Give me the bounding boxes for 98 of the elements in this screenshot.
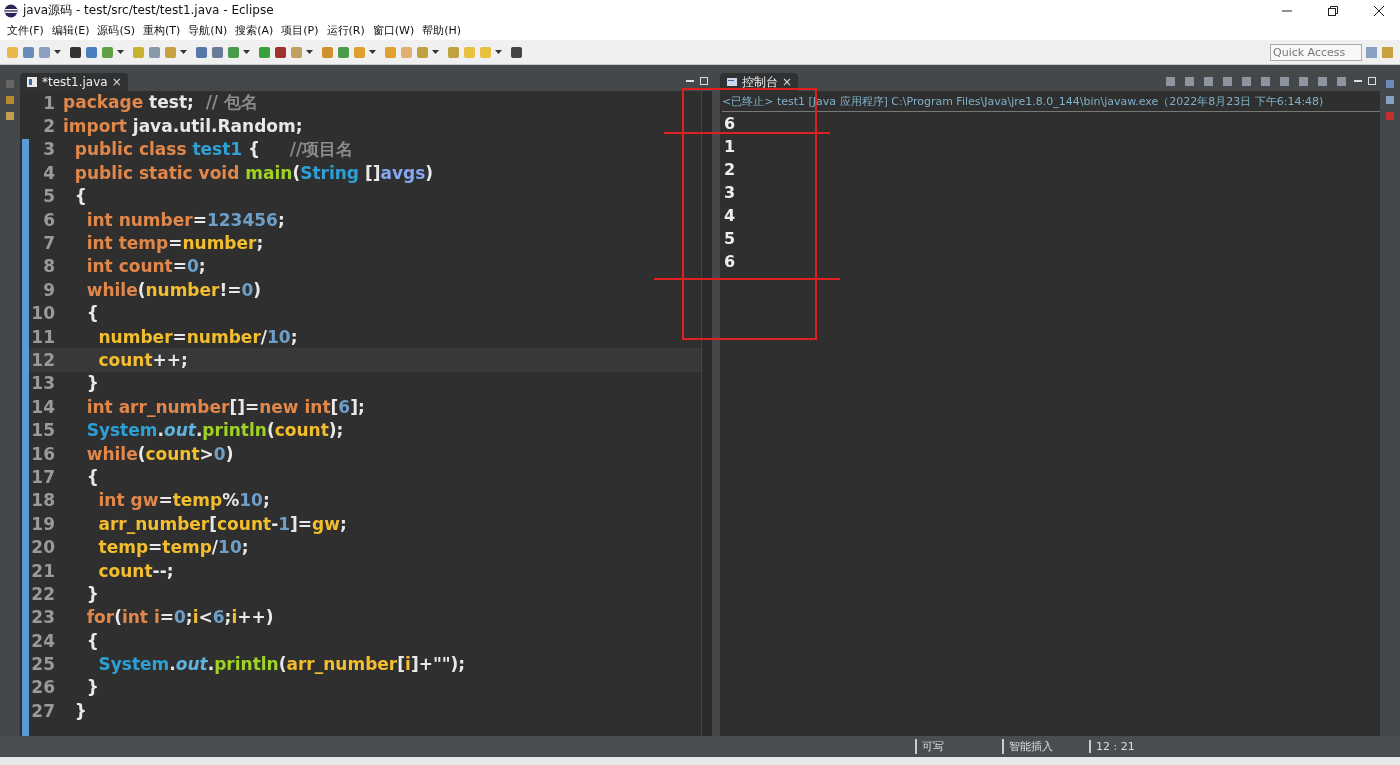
line-number: 17 — [30, 466, 56, 487]
console-output-line: 4 — [723, 205, 736, 227]
line-number: 18 — [30, 490, 56, 511]
line-number: 24 — [30, 630, 56, 651]
minimize-icon[interactable] — [1354, 77, 1362, 85]
code-line: count--; — [97, 560, 174, 581]
menu-item[interactable]: 源码(S) — [93, 23, 140, 38]
code-line: public class test1 { //项目名 — [73, 137, 354, 161]
line-number: 3 — [42, 139, 56, 160]
caret-icon[interactable] — [369, 50, 376, 54]
line-number: 26 — [30, 677, 56, 698]
line-number: 12 — [30, 350, 56, 370]
window-title: java源码 - test/src/test/test1.java - Eclipse — [23, 2, 274, 19]
caret-icon[interactable] — [180, 50, 187, 54]
code-line: arr_number[count-1]=gw; — [97, 513, 347, 534]
code-line: while(count>0) — [85, 443, 234, 464]
line-number: 5 — [42, 186, 56, 207]
code-line: } — [73, 700, 87, 721]
close-tab-button[interactable]: × — [111, 75, 122, 89]
code-line: int count=0; — [85, 256, 206, 277]
eclipse-logo-icon — [4, 3, 18, 18]
caret-icon[interactable] — [54, 50, 61, 54]
line-number: 15 — [30, 420, 56, 441]
line-number: 4 — [42, 162, 56, 183]
caret-icon[interactable] — [432, 50, 439, 54]
menu-item[interactable]: 窗口(W) — [368, 23, 419, 38]
code-line: int temp=number; — [85, 233, 264, 254]
code-line: count++; — [97, 350, 188, 370]
code-line: public static void main(String []avgs) — [73, 162, 434, 183]
menu-item[interactable]: 项目(P) — [277, 23, 323, 38]
code-line: } — [85, 677, 99, 698]
line-number: 19 — [30, 513, 56, 534]
code-line: number=number/10; — [97, 326, 298, 347]
console-icon — [726, 76, 738, 88]
line-number: 25 — [30, 654, 56, 675]
code-line: import java.util.Random; — [63, 116, 303, 137]
line-number: 20 — [30, 537, 56, 558]
code-line: while(number!=0) — [85, 279, 262, 300]
code-line: int number=123456; — [85, 209, 285, 230]
console-output-line: 3 — [723, 182, 736, 204]
cursor-position-status: 12 : 21 — [1089, 740, 1176, 753]
menu-item[interactable]: 重构(T) — [139, 23, 185, 38]
console-output-line: 2 — [723, 159, 736, 181]
console-output-line: 6 — [723, 113, 736, 135]
code-line: } — [85, 373, 99, 394]
editor-tab[interactable]: *test1.java × — [20, 73, 128, 91]
code-line: for(int i=0;i<6;i++) — [85, 607, 274, 628]
line-number: 10 — [30, 303, 56, 324]
menu-item[interactable]: 文件(F) — [3, 23, 48, 38]
code-line: int arr_number[]=new int[6]; — [85, 396, 365, 417]
code-line: temp=temp/10; — [97, 537, 249, 558]
maximize-icon[interactable] — [1368, 77, 1376, 85]
minimize-icon[interactable] — [686, 77, 694, 85]
tab-label: *test1.java — [42, 75, 108, 89]
restore-icon[interactable] — [1328, 5, 1338, 16]
line-number: 13 — [30, 373, 56, 394]
code-line: { — [85, 630, 99, 651]
line-number: 14 — [30, 396, 56, 417]
code-line: { — [85, 466, 99, 487]
menu-item[interactable]: 帮助(H) — [418, 23, 466, 38]
close-tab-button[interactable]: × — [782, 75, 793, 89]
line-number: 21 — [30, 560, 56, 581]
tab-label: 控制台 — [742, 73, 778, 91]
line-number: 2 — [42, 116, 56, 137]
console-output-line: 1 — [723, 136, 736, 158]
line-number: 27 — [30, 700, 56, 721]
line-number: 1 — [42, 92, 56, 113]
menu-item[interactable]: 编辑(E) — [47, 23, 94, 38]
line-number: 22 — [30, 583, 56, 604]
code-line: { — [85, 303, 99, 324]
line-number: 7 — [42, 233, 56, 254]
line-number: 16 — [30, 443, 56, 464]
caret-icon[interactable] — [243, 50, 250, 54]
caret-icon[interactable] — [306, 50, 313, 54]
line-number: 23 — [30, 607, 56, 628]
menu-item[interactable]: 运行(R) — [322, 23, 369, 38]
line-number: 6 — [42, 209, 56, 230]
java-file-icon — [26, 76, 38, 88]
close-icon[interactable] — [1374, 5, 1384, 16]
code-line: int gw=temp%10; — [97, 490, 270, 511]
insert-mode-status: 智能插入 — [1002, 739, 1089, 754]
menu-item[interactable]: 导航(N) — [184, 23, 232, 38]
console-output-line: 6 — [723, 251, 736, 273]
maximize-icon[interactable] — [700, 77, 708, 85]
code-line: { — [73, 186, 87, 207]
quick-access-field[interactable]: Quick Access — [1270, 43, 1362, 61]
caret-icon[interactable] — [495, 50, 502, 54]
code-line: package test; // 包名 — [63, 91, 258, 115]
line-number: 8 — [42, 256, 56, 277]
menu-item[interactable]: 搜索(A) — [231, 23, 278, 38]
code-line: System.out.println(count); — [85, 420, 344, 441]
code-line: System.out.println(arr_number[i]+""); — [97, 654, 466, 675]
line-number: 9 — [42, 279, 56, 300]
write-mode-status: 可写 — [915, 739, 1002, 754]
caret-icon[interactable] — [117, 50, 124, 54]
line-number: 11 — [30, 326, 56, 347]
console-output-line: 5 — [723, 228, 736, 250]
code-line: } — [85, 583, 99, 604]
